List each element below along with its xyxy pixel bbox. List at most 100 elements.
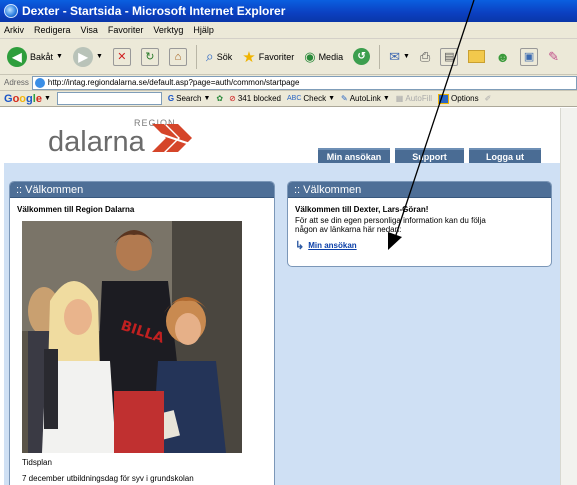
spellcheck-icon: ABC [286,95,302,102]
back-label: Bakåt [30,51,54,62]
menu-item-verktyg[interactable]: Verktyg [153,25,183,35]
min-ansokan-link[interactable]: Min ansökan [308,241,356,250]
pagerank-icon: ✿ [216,94,224,103]
search-label: Sök [216,51,233,62]
dropdown-arrow-icon: ▼ [382,95,390,102]
right-panel-text-line2: någon av länkarna här nedan: [295,225,402,234]
history-button[interactable]: ↺ [350,44,373,70]
dropdown-arrow-icon: ▼ [56,53,63,60]
print-button[interactable]: ⎙ [417,44,433,70]
menu-item-redigera[interactable]: Redigera [34,25,71,35]
menu-item-favoriter[interactable]: Favoriter [108,25,144,35]
dropdown-arrow-icon: ▼ [203,95,211,102]
right-welcome-panel: :: Välkommen Välkommen till Dexter, Lars… [287,181,552,267]
menu-item-hjalp[interactable]: Hjälp [193,25,214,35]
pagerank-button[interactable]: ✿ [216,94,223,103]
link-arrow-icon: ↳ [295,240,305,252]
autolink-label: AutoLink [349,94,381,103]
toolbar-separator [379,44,381,69]
title-bar: Dexter - Startsida - Microsoft Internet … [0,0,577,22]
toolbar-separator [195,44,197,69]
google-search-button[interactable]: G Search ▼ [168,94,211,103]
tools-icon: ✎ [548,48,559,64]
edit-button[interactable]: ▤ [437,44,461,70]
dropdown-arrow-icon: ▼ [328,95,336,102]
left-caption-schedule: Tidsplan [22,458,52,467]
google-search-label: Search [176,94,202,103]
options-button[interactable]: Options [438,93,479,104]
popup-blocker-button[interactable]: ⊘ 341 blocked [229,94,281,103]
forward-arrow-icon: ▶ [72,46,93,67]
options-label: Options [451,94,479,103]
research-button[interactable]: ▣ [517,44,541,70]
stop-icon: ✕ [112,47,131,66]
refresh-icon: ↻ [140,47,159,66]
media-label: Media [318,51,344,62]
google-logo[interactable]: Google [4,93,42,105]
nav-min-ansokan[interactable]: Min ansökan [318,148,390,163]
search-button[interactable]: ⌕ Sök [203,44,235,70]
right-panel-title: :: Välkommen [288,182,551,198]
history-icon: ↺ [353,48,371,65]
favorites-label: Favoriter [258,51,295,62]
autolink-button[interactable]: ✎ AutoLink ▼ [341,94,390,103]
menu-item-arkiv[interactable]: Arkiv [4,25,24,35]
search-icon: ⌕ [205,48,214,64]
logo-name-text: dalarna [48,126,145,158]
browser-window: Dexter - Startsida - Microsoft Internet … [0,0,577,485]
stop-button[interactable]: ✕ [110,44,134,70]
messenger-button[interactable]: ☻ [492,44,513,70]
site-header: REGION dalarna Min ansökan Support Logga… [4,108,560,163]
page-icon [34,77,45,88]
left-panel-title: :: Välkommen [10,182,274,198]
folder-button[interactable] [465,44,488,70]
menu-item-visa[interactable]: Visa [81,25,98,35]
site-navigation: Min ansökan Support Logga ut [318,148,541,163]
right-panel-heading: Välkommen till Dexter, Lars-Göran! [295,205,429,214]
dropdown-arrow-icon[interactable]: ▼ [44,95,51,102]
favorites-button[interactable]: ★ Favoriter [239,44,297,70]
autofill-label: AutoFill [405,94,433,103]
autofill-button[interactable]: ▦ AutoFill [396,94,432,103]
options-icon [438,93,450,104]
print-icon: ⎙ [419,48,431,64]
menu-bar: Arkiv Redigera Visa Favoriter Verktyg Hj… [0,22,577,39]
messenger-icon: ☻ [495,48,511,65]
check-label: Check [303,94,327,103]
blocked-label: 341 blocked [237,94,281,103]
address-url: http://intag.regiondalarna.se/default.as… [47,78,300,87]
highlight-button[interactable]: ✐ [485,94,492,103]
dropdown-arrow-icon: ▼ [95,53,103,60]
research-icon: ▣ [520,47,539,66]
left-caption-date: 7 december utbildningsdag för syv i grun… [22,474,194,483]
highlighter-icon: ✐ [484,94,492,103]
vertical-scrollbar[interactable] [560,108,577,485]
folder-icon [468,50,486,63]
address-field[interactable]: http://intag.regiondalarna.se/default.as… [31,75,577,90]
tools-button[interactable]: ✎ [545,44,562,70]
left-panel-heading: Välkommen till Region Dalarna [17,205,135,214]
autofill-icon: ▦ [395,94,404,103]
forward-button[interactable]: ▶ ▼ [70,44,106,70]
media-button[interactable]: ◉ Media [301,44,346,70]
google-g-icon: G [167,94,175,103]
star-icon: ★ [242,48,256,66]
popup-blocked-icon: ⊘ [229,94,236,103]
autolink-icon: ✎ [341,94,348,103]
mail-icon: ✉ [389,48,400,64]
page-content: REGION dalarna Min ansökan Support Logga… [4,108,560,485]
edit-icon: ▤ [440,47,459,66]
dropdown-arrow-icon: ▼ [402,53,410,60]
home-button[interactable]: ⌂ [166,44,190,70]
google-search-input[interactable] [56,92,162,105]
nav-support[interactable]: Support [395,148,464,163]
address-label: Adress [4,78,29,87]
nav-logga-ut[interactable]: Logga ut [469,148,541,163]
back-button[interactable]: ◀ Bakåt ▼ [4,44,66,70]
mail-button[interactable]: ✉ ▼ [386,44,413,70]
media-icon: ◉ [304,48,316,64]
spellcheck-button[interactable]: ABC Check ▼ [287,94,335,103]
refresh-button[interactable]: ↻ [138,44,162,70]
internet-explorer-icon [4,4,18,18]
standard-toolbar: ◀ Bakåt ▼ ▶ ▼ ✕ ↻ ⌂ ⌕ Sök ★ Favoriter ◉ … [0,39,577,75]
